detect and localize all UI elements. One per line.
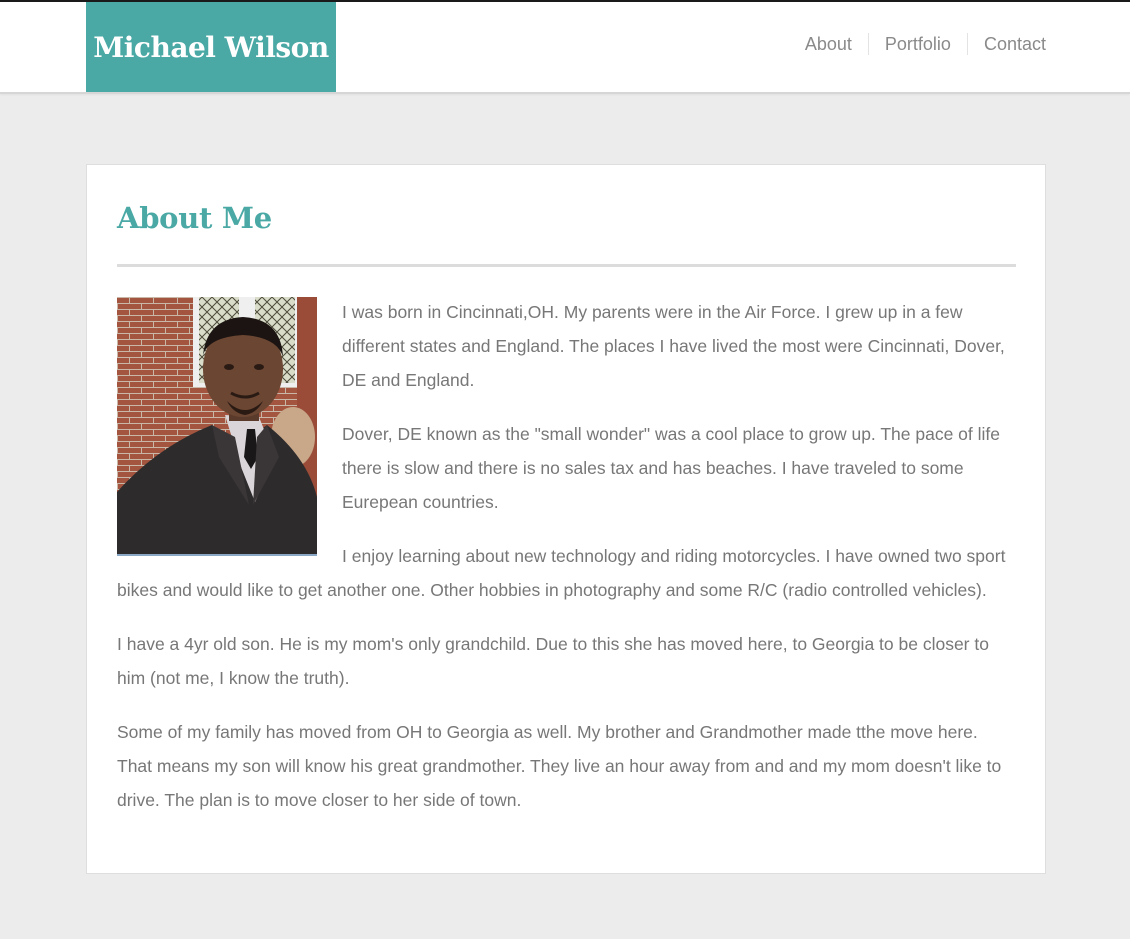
about-paragraph: Some of my family has moved from OH to G… xyxy=(117,722,1002,810)
title-divider xyxy=(117,264,1016,267)
about-card: About Me I was born in Cincinnati,OH. My… xyxy=(86,164,1046,874)
site-logo[interactable]: Michael Wilson xyxy=(86,2,336,92)
main-nav: About Portfolio Contact xyxy=(789,33,1046,55)
nav-link-contact[interactable]: Contact xyxy=(966,33,1046,55)
page-title: About Me xyxy=(117,201,272,235)
nav-link-about[interactable]: About xyxy=(789,33,868,55)
portrait-photo xyxy=(117,297,317,556)
site-name[interactable]: Michael Wilson xyxy=(93,31,329,64)
about-paragraph: I have a 4yr old son. He is my mom's onl… xyxy=(117,634,989,688)
about-content: I was born in Cincinnati,OH. My parents … xyxy=(117,295,1017,837)
nav-link-portfolio[interactable]: Portfolio xyxy=(867,33,967,55)
site-header: Michael Wilson About Portfolio Contact xyxy=(0,2,1130,94)
